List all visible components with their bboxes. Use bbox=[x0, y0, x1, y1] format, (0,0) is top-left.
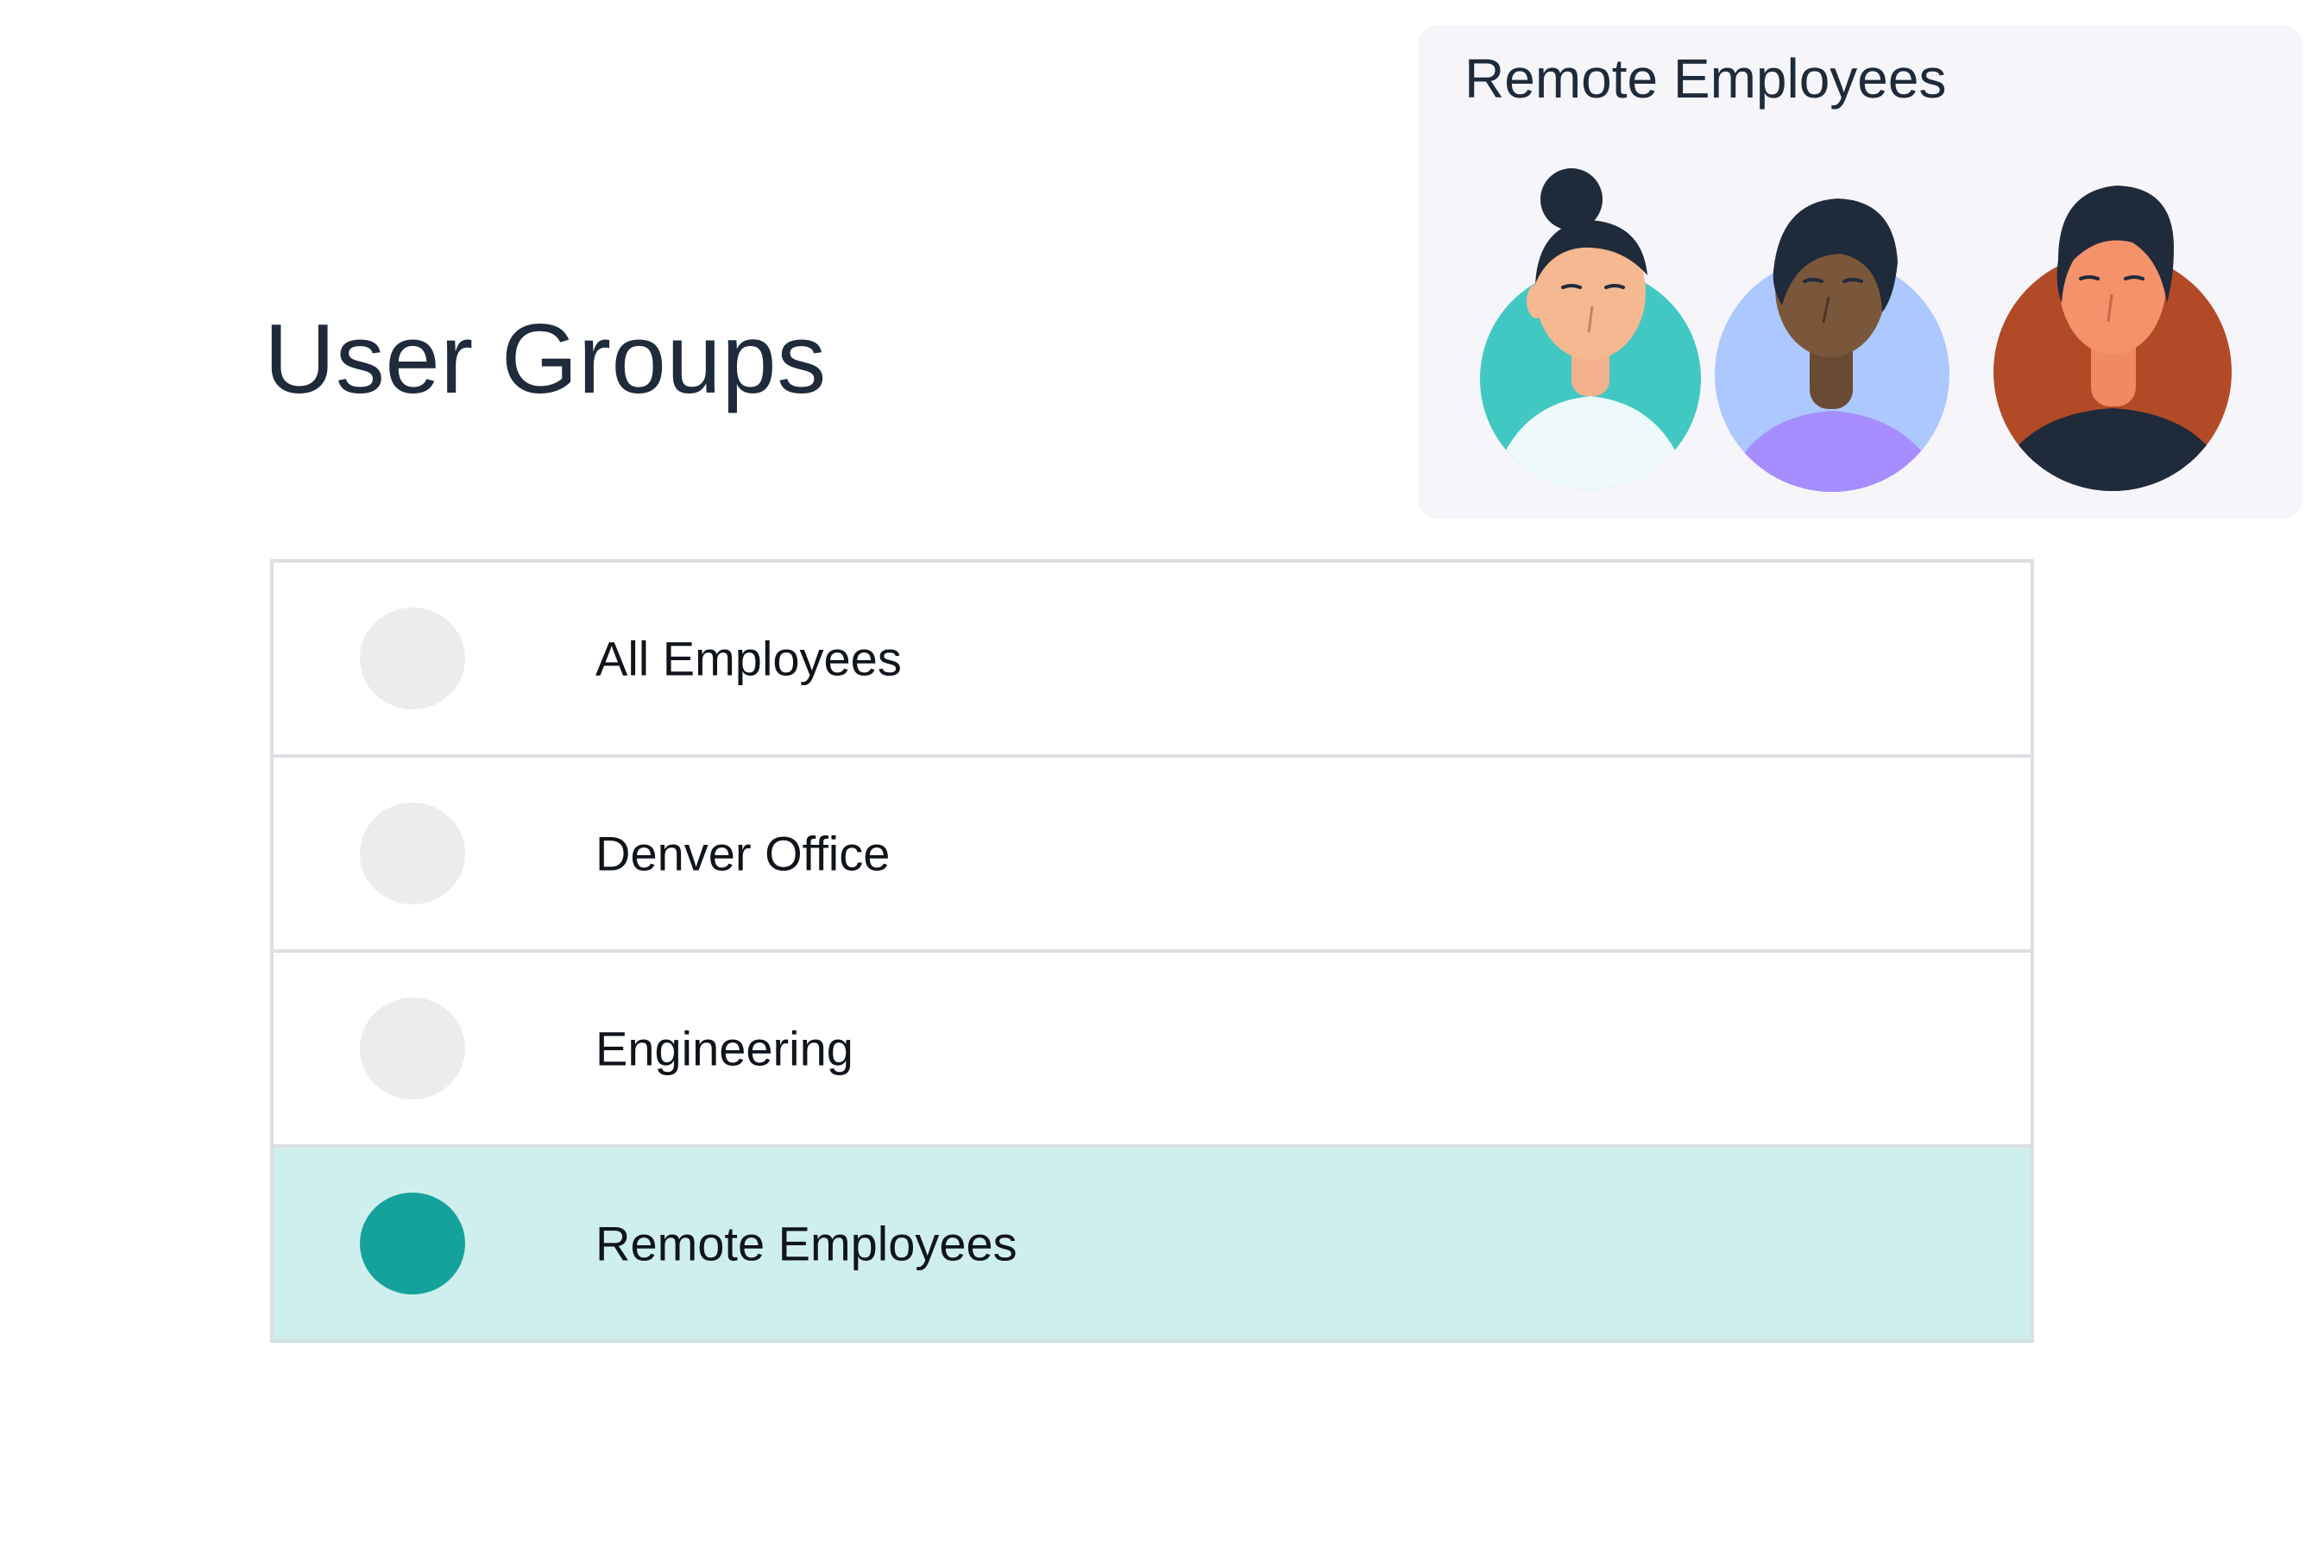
group-row-denver-office[interactable]: Denver Office bbox=[274, 758, 2031, 953]
page-title: User Groups bbox=[264, 305, 827, 414]
radio-button[interactable] bbox=[360, 608, 465, 709]
preview-title: Remote Employees bbox=[1464, 47, 1947, 110]
group-row-engineering[interactable]: Engineering bbox=[274, 953, 2031, 1148]
user-group-list: All Employees Denver Office Engineering … bbox=[270, 559, 2034, 1343]
group-label: Denver Office bbox=[595, 826, 891, 881]
radio-button[interactable] bbox=[360, 998, 465, 1099]
avatar-man-curly-icon bbox=[1703, 167, 1979, 513]
group-label: Remote Employees bbox=[595, 1216, 1017, 1271]
group-preview-card: Remote Employees bbox=[1418, 25, 2303, 519]
group-label: All Employees bbox=[595, 631, 902, 686]
avatar-man-quiff-icon bbox=[1979, 165, 2255, 510]
group-label: Engineering bbox=[595, 1021, 853, 1076]
radio-button-selected[interactable] bbox=[360, 1193, 465, 1294]
radio-button[interactable] bbox=[360, 803, 465, 904]
group-row-remote-employees[interactable]: Remote Employees bbox=[274, 1148, 2031, 1343]
avatar-woman-bun-icon bbox=[1452, 163, 1729, 508]
group-row-all-employees[interactable]: All Employees bbox=[274, 563, 2031, 758]
